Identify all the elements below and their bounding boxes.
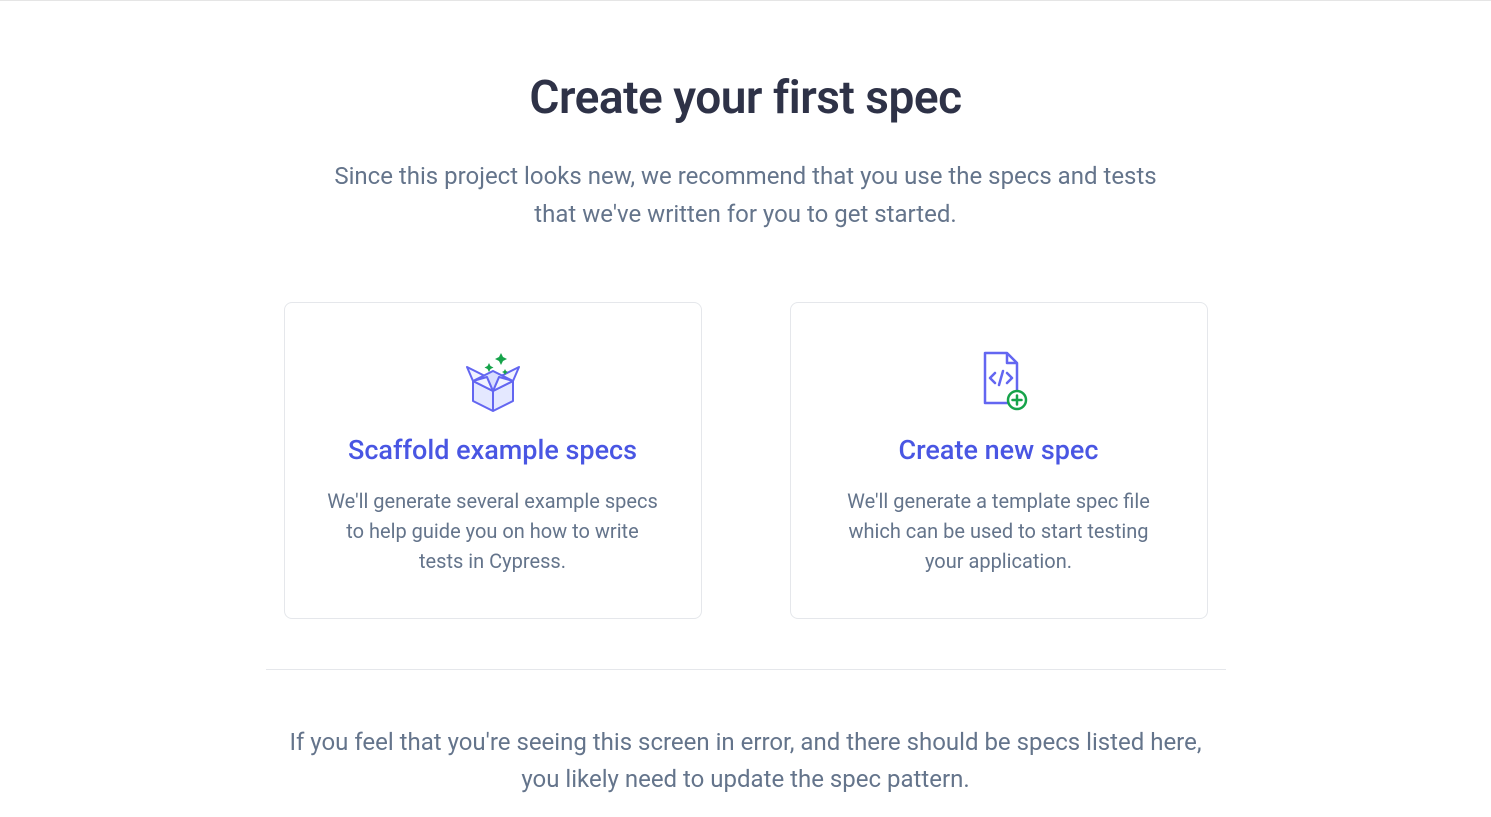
card-title: Scaffold example specs [348, 433, 637, 468]
scaffold-example-specs-card[interactable]: Scaffold example specs We'll generate se… [284, 302, 702, 619]
page-subtitle: Since this project looks new, we recomme… [326, 157, 1166, 234]
divider [266, 669, 1226, 670]
card-description: We'll generate a template spec file whic… [829, 486, 1169, 576]
create-new-spec-card[interactable]: Create new spec We'll generate a templat… [790, 302, 1208, 619]
main-container: Create your first spec Since this projec… [266, 1, 1226, 798]
cards-row: Scaffold example specs We'll generate se… [284, 302, 1208, 619]
card-title: Create new spec [899, 433, 1099, 468]
box-sparkle-icon [457, 345, 529, 415]
file-code-plus-icon [963, 345, 1035, 415]
card-description: We'll generate several example specs to … [323, 486, 663, 576]
footer-note: If you feel that you're seeing this scre… [286, 724, 1206, 798]
page-title: Create your first spec [529, 71, 961, 125]
